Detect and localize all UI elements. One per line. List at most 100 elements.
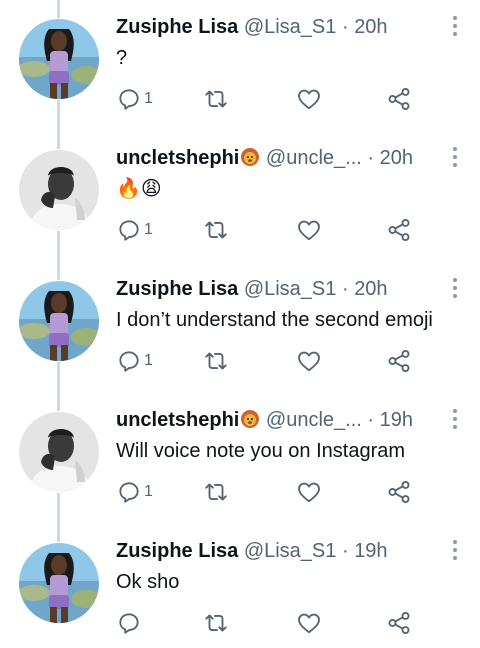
separator: ·	[341, 540, 349, 562]
share-icon	[388, 481, 410, 503]
retweet-button[interactable]	[203, 85, 229, 113]
share-button[interactable]	[386, 478, 412, 506]
reply-button[interactable]: 1	[116, 347, 153, 375]
tweet-header: Zusiphe Lisa @Lisa_S1 · 20h	[116, 276, 440, 302]
thread-line	[57, 131, 60, 149]
tweet-header: uncletshephi @uncle_... · 20h	[116, 145, 440, 171]
thread-line	[57, 262, 60, 280]
tweet-text: ?	[116, 47, 128, 69]
share-icon	[388, 88, 410, 110]
tweet-header: Zusiphe Lisa @Lisa_S1 · 20h	[116, 14, 440, 40]
tweet-text: I don’t understand the second emoji	[116, 309, 433, 331]
more-vertical-icon[interactable]	[452, 540, 458, 560]
more-vertical-icon[interactable]	[452, 16, 458, 36]
user-handle: @Lisa_S1	[243, 278, 337, 300]
lion-emoji-icon	[240, 147, 260, 167]
heart-icon	[298, 220, 320, 241]
more-vertical-icon[interactable]	[452, 409, 458, 429]
like-button[interactable]	[296, 85, 322, 113]
tweet-actions: 1	[116, 478, 436, 506]
share-button[interactable]	[386, 85, 412, 113]
avatar[interactable]	[19, 19, 99, 99]
retweet-icon	[205, 352, 227, 370]
retweet-icon	[205, 483, 227, 501]
tweet-actions: 1	[116, 85, 436, 113]
heart-icon	[298, 482, 320, 503]
more-vertical-icon[interactable]	[452, 147, 458, 167]
share-button[interactable]	[386, 609, 412, 637]
timestamp[interactable]: 20h	[354, 278, 387, 300]
retweet-button[interactable]	[203, 609, 229, 637]
separator: ·	[341, 278, 349, 300]
tweet-actions	[116, 609, 436, 637]
reply-icon	[119, 220, 139, 241]
like-button[interactable]	[296, 609, 322, 637]
user-handle: @uncle_...	[265, 147, 362, 169]
display-name[interactable]: Zusiphe Lisa	[116, 16, 238, 38]
tweet[interactable]: Zusiphe Lisa @Lisa_S1 · 20h ? 1	[0, 0, 480, 131]
share-icon	[388, 219, 410, 241]
reply-count: 1	[144, 483, 153, 500]
more-vertical-icon[interactable]	[452, 278, 458, 298]
display-name[interactable]: uncletshephi	[116, 147, 239, 169]
timestamp[interactable]: 19h	[354, 540, 387, 562]
thread-line	[57, 493, 60, 524]
separator: ·	[341, 16, 349, 38]
tweet-text: Ok sho	[116, 571, 180, 593]
thread-line	[57, 0, 60, 18]
avatar[interactable]	[19, 412, 99, 492]
avatar[interactable]	[19, 281, 99, 361]
like-button[interactable]	[296, 347, 322, 375]
reply-button[interactable]	[116, 609, 144, 637]
share-icon	[388, 350, 410, 372]
thread-line	[57, 100, 60, 131]
reply-icon	[119, 89, 139, 110]
share-button[interactable]	[386, 216, 412, 244]
retweet-button[interactable]	[203, 216, 229, 244]
avatar[interactable]	[19, 543, 99, 623]
reply-icon	[119, 351, 139, 372]
avatar[interactable]	[19, 150, 99, 230]
display-name[interactable]: Zusiphe Lisa	[116, 540, 238, 562]
user-handle: @Lisa_S1	[243, 16, 337, 38]
display-name[interactable]: uncletshephi	[116, 409, 239, 431]
share-button[interactable]	[386, 347, 412, 375]
reply-count: 1	[144, 221, 153, 238]
separator: ·	[367, 409, 375, 431]
tweet-text: Will voice note you on Instagram	[116, 440, 406, 462]
timestamp[interactable]: 20h	[380, 147, 413, 169]
timestamp[interactable]: 19h	[380, 409, 413, 431]
share-icon	[388, 612, 410, 634]
thread-line	[57, 524, 60, 542]
reply-count: 1	[144, 352, 153, 369]
heart-icon	[298, 351, 320, 372]
display-name[interactable]: Zusiphe Lisa	[116, 278, 238, 300]
thread-line	[57, 362, 60, 393]
reply-button[interactable]: 1	[116, 478, 153, 506]
reply-button[interactable]: 1	[116, 85, 153, 113]
tweet[interactable]: uncletshephi @uncle_... · 20h 🔥😩 1	[0, 131, 480, 262]
heart-icon	[298, 89, 320, 110]
reply-icon	[119, 613, 139, 634]
tweet[interactable]: uncletshephi @uncle_... · 19h Will voice…	[0, 393, 480, 524]
like-button[interactable]	[296, 478, 322, 506]
retweet-button[interactable]	[203, 347, 229, 375]
reply-button[interactable]: 1	[116, 216, 153, 244]
thread-line	[57, 393, 60, 411]
conversation-thread: Zusiphe Lisa @Lisa_S1 · 20h ? 1 uncletsh…	[0, 0, 480, 648]
tweet[interactable]: Zusiphe Lisa @Lisa_S1 · 19h Ok sho	[0, 524, 480, 648]
tweet-header: Zusiphe Lisa @Lisa_S1 · 19h	[116, 538, 440, 564]
like-button[interactable]	[296, 216, 322, 244]
tweet-header: uncletshephi @uncle_... · 19h	[116, 407, 440, 433]
tweet[interactable]: Zusiphe Lisa @Lisa_S1 · 20h I don’t unde…	[0, 262, 480, 393]
lion-emoji-icon	[240, 409, 260, 429]
retweet-icon	[205, 221, 227, 239]
tweet-text: 🔥😩	[116, 178, 162, 200]
separator: ·	[367, 147, 375, 169]
retweet-button[interactable]	[203, 478, 229, 506]
user-handle: @Lisa_S1	[243, 540, 337, 562]
retweet-icon	[205, 614, 227, 632]
timestamp[interactable]: 20h	[354, 16, 387, 38]
heart-icon	[298, 613, 320, 634]
user-handle: @uncle_...	[265, 409, 362, 431]
